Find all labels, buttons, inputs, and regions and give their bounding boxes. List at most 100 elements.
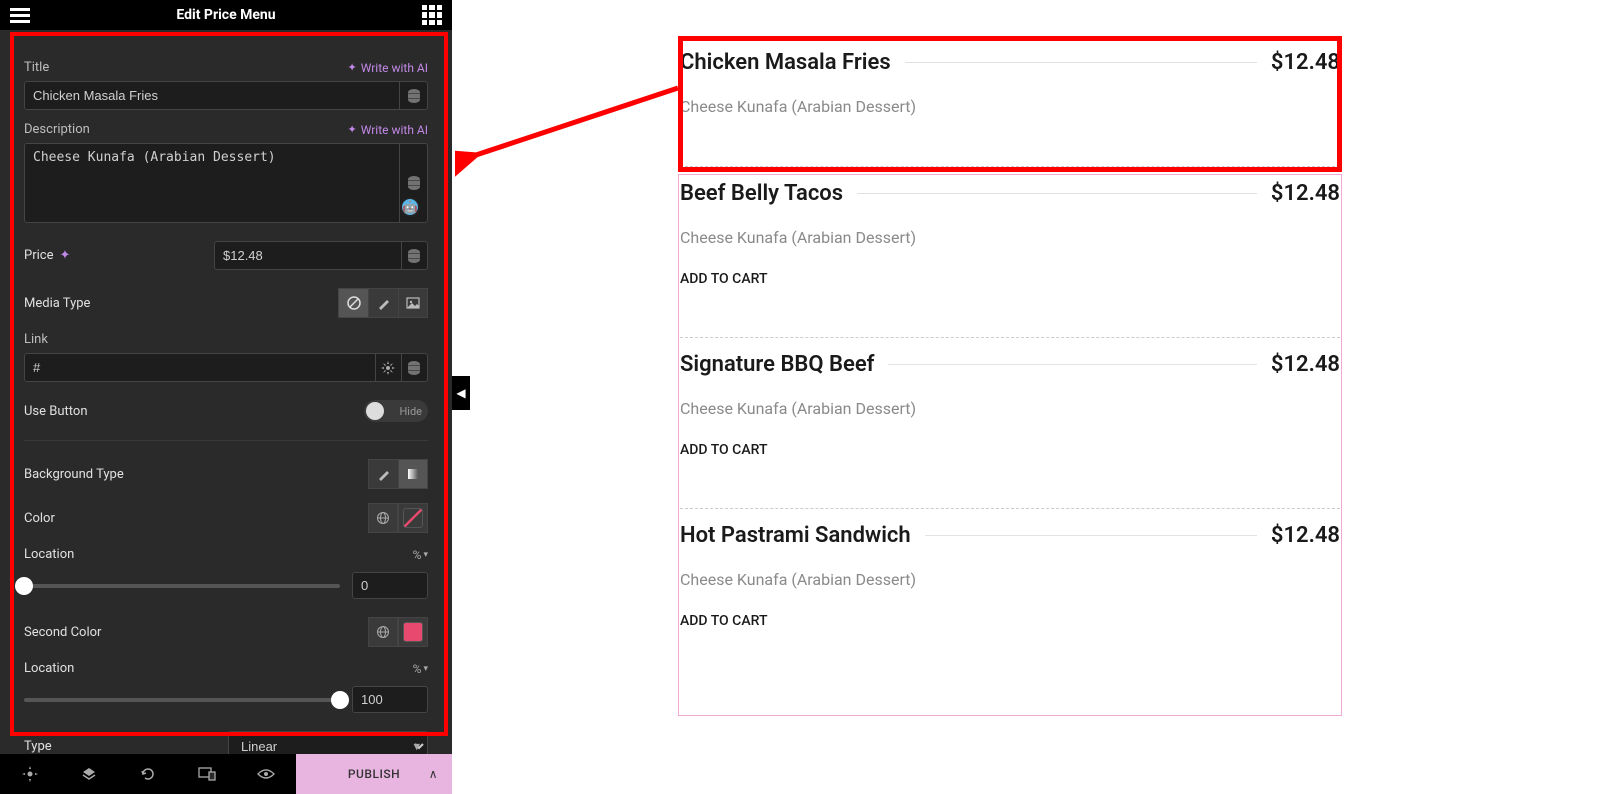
background-type-label: Background Type — [24, 467, 124, 482]
menu-item[interactable]: Beef Belly Tacos $12.48 Cheese Kunafa (A… — [680, 166, 1340, 337]
menu-item[interactable]: Signature BBQ Beef $12.48 Cheese Kunafa … — [680, 337, 1340, 508]
description-input[interactable] — [24, 143, 400, 223]
description-input-group — [24, 143, 428, 223]
link-input-group — [24, 353, 428, 382]
toggle-knob — [366, 402, 384, 420]
media-brush-button[interactable] — [368, 288, 398, 318]
ai-bot-icon[interactable] — [400, 197, 420, 217]
price-label: Price — [24, 248, 53, 263]
location1-label: Location — [24, 547, 74, 562]
menu-item-title: Beef Belly Tacos — [680, 181, 843, 206]
second-color-row: Second Color — [24, 617, 428, 647]
type-row: Type Linear ▾ — [24, 731, 428, 754]
add-to-cart-button[interactable]: ADD TO CART — [680, 442, 1340, 458]
location1-row: Location %▾ — [24, 547, 428, 562]
location2-slider[interactable] — [24, 698, 340, 702]
menu-item[interactable]: Hot Pastrami Sandwich $12.48 Cheese Kuna… — [680, 508, 1340, 649]
media-type-buttons — [338, 288, 428, 318]
preview-canvas: Chicken Masala Fries $12.48 Cheese Kunaf… — [680, 36, 1340, 649]
title-input-group — [24, 81, 428, 110]
write-with-ai-description[interactable]: Write with AI — [347, 123, 428, 137]
database-icon — [408, 89, 420, 103]
link-label: Link — [24, 332, 48, 347]
menu-item-title: Chicken Masala Fries — [680, 50, 891, 75]
location2-slider-row — [24, 686, 428, 713]
color-global-button[interactable] — [368, 503, 398, 533]
color-label: Color — [24, 511, 55, 526]
menu-icon[interactable] — [10, 5, 30, 25]
location2-label: Location — [24, 661, 74, 676]
menu-item-price: $12.48 — [1271, 181, 1340, 206]
database-icon — [408, 361, 420, 375]
menu-item-rule — [905, 62, 1257, 63]
location2-unit[interactable]: %▾ — [413, 662, 428, 676]
location1-value[interactable] — [352, 572, 428, 599]
link-settings-button[interactable] — [376, 353, 402, 382]
price-db-button[interactable] — [402, 241, 428, 270]
menu-item-description: Cheese Kunafa (Arabian Dessert) — [680, 570, 1340, 589]
media-type-label: Media Type — [24, 296, 90, 311]
location1-unit[interactable]: %▾ — [413, 548, 428, 562]
add-to-cart-button[interactable]: ADD TO CART — [680, 613, 1340, 629]
media-image-button[interactable] — [398, 288, 428, 318]
link-input[interactable] — [24, 353, 376, 382]
database-icon — [408, 249, 420, 263]
add-to-cart-button[interactable]: ADD TO CART — [680, 271, 1340, 287]
editor-panel: Edit Price Menu Title Write with AI Desc… — [0, 0, 452, 794]
link-field-header: Link — [24, 332, 428, 347]
media-none-button[interactable] — [338, 288, 368, 318]
second-color-global-button[interactable] — [368, 617, 398, 647]
collapse-panel-button[interactable]: ◀ — [452, 376, 470, 410]
apps-grid-icon[interactable] — [422, 5, 442, 25]
type-select[interactable]: Linear — [228, 731, 428, 754]
menu-item-rule — [857, 193, 1257, 194]
use-button-toggle[interactable]: Hide — [364, 400, 428, 422]
menu-item-rule — [925, 535, 1257, 536]
toggle-hide-label: Hide — [399, 405, 422, 418]
location2-row: Location %▾ — [24, 661, 428, 676]
color-swatch-empty — [403, 508, 423, 528]
title-field-header: Title Write with AI — [24, 60, 428, 75]
editor-footer: PUBLISH ∧ — [0, 754, 452, 794]
price-row: Price ✦ — [24, 241, 428, 270]
location1-slider-row — [24, 572, 428, 599]
menu-item-title: Hot Pastrami Sandwich — [680, 523, 911, 548]
description-label: Description — [24, 122, 90, 137]
responsive-icon[interactable] — [178, 754, 237, 794]
preview-icon[interactable] — [237, 754, 296, 794]
publish-label: PUBLISH — [348, 767, 400, 781]
use-button-row: Use Button Hide — [24, 400, 428, 441]
menu-item[interactable]: Chicken Masala Fries $12.48 Cheese Kunaf… — [680, 36, 1340, 166]
menu-item-rule — [888, 364, 1256, 365]
database-icon — [408, 176, 420, 190]
use-button-label: Use Button — [24, 404, 88, 419]
chevron-up-icon: ∧ — [429, 767, 438, 781]
settings-icon[interactable] — [0, 754, 59, 794]
history-icon[interactable] — [118, 754, 177, 794]
bg-solid-button[interactable] — [368, 459, 398, 489]
title-db-button[interactable] — [400, 81, 428, 110]
link-db-button[interactable] — [402, 353, 428, 382]
color-swatch-pink — [403, 622, 423, 642]
annotation-arrow — [455, 68, 685, 178]
menu-item-price: $12.48 — [1271, 50, 1340, 75]
slider-thumb[interactable] — [15, 577, 33, 595]
layers-icon[interactable] — [59, 754, 118, 794]
footer-icons — [0, 754, 296, 794]
location2-value[interactable] — [352, 686, 428, 713]
type-label: Type — [24, 739, 52, 754]
color-swatch-button[interactable] — [398, 503, 428, 533]
title-input[interactable] — [24, 81, 400, 110]
location1-slider[interactable] — [24, 584, 340, 588]
slider-thumb[interactable] — [331, 691, 349, 709]
background-type-row: Background Type — [24, 459, 428, 489]
editor-body: Title Write with AI Description Write wi… — [0, 30, 452, 754]
editor-title: Edit Price Menu — [30, 7, 422, 23]
price-input[interactable] — [214, 241, 402, 270]
bg-gradient-button[interactable] — [398, 459, 428, 489]
description-field-header: Description Write with AI — [24, 122, 428, 137]
color-row: Color — [24, 503, 428, 533]
second-color-swatch-button[interactable] — [398, 617, 428, 647]
publish-button[interactable]: PUBLISH ∧ — [296, 754, 452, 794]
write-with-ai-title[interactable]: Write with AI — [347, 61, 428, 75]
